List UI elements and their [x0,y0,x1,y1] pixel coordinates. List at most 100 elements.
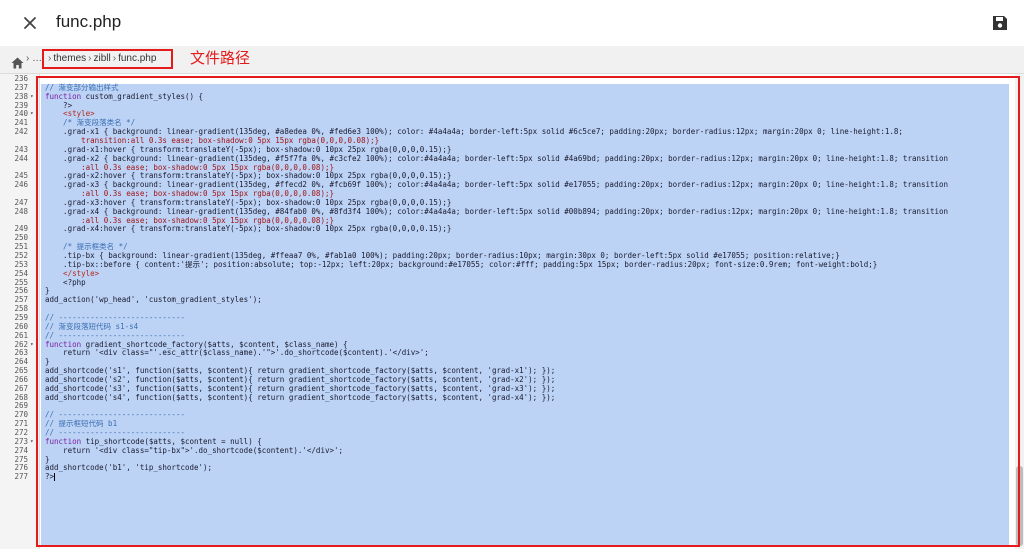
code-line[interactable]: add_action('wp_head', 'custom_gradient_s… [45,295,262,304]
code-editor[interactable]: 236 237 238 ▾ 239 240 ▾ 241 242 243 244 245 246 247 24… [0,74,1024,549]
line-number: 238 [14,91,28,101]
line-number: 263 [14,348,28,358]
code-area[interactable]: // 渐变部分输出样式 function custom_gradient_styl… [41,74,1024,549]
fold-toggle-icon[interactable]: ▾ [30,109,34,118]
code-line[interactable]: /* 渐变段落类名 */ [45,118,135,127]
code-line[interactable]: add_shortcode('s2', function($atts, $con… [45,375,555,384]
line-number: 246 [14,180,28,190]
breadcrumb-highlight-box [42,49,173,69]
line-number: 242 [14,127,28,137]
code-line[interactable]: <?php [45,278,86,287]
code-line[interactable]: /* 提示框类名 */ [45,242,128,251]
line-number: 237 [14,82,28,92]
line-number: 266 [14,374,28,384]
code-line[interactable]: .grad-x1 { background: linear-gradient(1… [45,127,903,136]
breadcrumb-lead[interactable]: › … [26,52,42,66]
line-number: 267 [14,383,28,393]
line-number: 247 [14,197,28,207]
scrollbar-thumb[interactable] [1016,466,1023,546]
line-number: 276 [14,463,28,473]
code-line[interactable]: // 渐变段落短代码 s1-s4 [45,322,138,331]
code-line[interactable]: return '<div class="tip-bx">'.do_shortco… [45,446,343,455]
line-number: 261 [14,330,28,340]
line-number: 258 [14,304,28,314]
code-line[interactable]: .grad-x4 { background: linear-gradient(1… [45,207,948,216]
code-line[interactable]: add_shortcode('b1', 'tip_shortcode'); [45,463,212,472]
code-line[interactable]: add_shortcode('s3', function($atts, $con… [45,384,555,393]
line-number: 255 [14,277,28,287]
code-line[interactable]: // ---------------------------- [45,331,185,340]
code-line[interactable]: function tip_shortcode($atts, $content =… [45,437,262,446]
line-number: 245 [14,171,28,181]
line-number: 257 [14,295,28,305]
code-line[interactable]: .grad-x3:hover { transform:translateY(-5… [45,198,451,207]
line-number: 252 [14,251,28,260]
vertical-scrollbar[interactable] [1015,74,1024,549]
code-line[interactable]: .grad-x2 { background: linear-gradient(1… [45,154,948,163]
line-number: 268 [14,392,28,402]
line-number: 274 [14,445,28,455]
code-line[interactable]: function custom_gradient_styles() { [45,92,203,101]
code-line[interactable]: function gradient_shortcode_factory($att… [45,340,348,349]
line-number: 241 [14,118,28,128]
file-path-annotation: 文件路径 [190,49,251,67]
code-line[interactable]: .grad-x2:hover { transform:translateY(-5… [45,171,451,180]
code-line[interactable]: </style> [45,269,99,278]
line-number: 275 [14,454,28,464]
code-line[interactable]: add_shortcode('s4', function($atts, $con… [45,393,555,402]
home-icon [11,57,24,69]
code-line[interactable]: .grad-x3 { background: linear-gradient(1… [45,180,948,189]
code-line[interactable]: transition:all 0.3s ease; box-shadow:0 5… [45,136,379,145]
line-number: 239 [14,100,28,110]
line-number: 264 [14,357,28,367]
breadcrumb: › … › themes › zibll › func.php 文件路径 [0,46,1024,74]
line-number: 272 [14,428,28,437]
code-line[interactable]: // 渐变部分输出样式 [45,83,119,92]
title-bar: func.php [0,0,1024,46]
code-line[interactable]: ?> [45,101,72,110]
line-number: 254 [14,268,28,278]
code-line[interactable]: :all 0.3s ease; box-shadow:0 5px 15px rg… [45,216,334,225]
line-number: 259 [14,312,28,322]
code-line[interactable]: .grad-x4:hover { transform:translateY(-5… [45,224,451,233]
code-line[interactable]: // 提示框短代码 b1 [45,419,117,428]
code-line[interactable]: add_shortcode('s1', function($atts, $con… [45,366,555,375]
line-number: 249 [14,224,28,234]
home-button[interactable] [11,54,24,69]
code-line[interactable]: .grad-x1:hover { transform:translateY(-5… [45,145,451,154]
code-line[interactable]: .tip-bx::before { content:'提示'; position… [45,260,877,269]
line-number: 277 [14,472,28,482]
code-line[interactable]: :all 0.3s ease; box-shadow:0 5px 15px rg… [45,163,334,172]
line-number: 265 [14,366,28,376]
close-button[interactable] [20,13,40,33]
code-line[interactable]: // ---------------------------- [45,410,185,419]
line-number: 269 [14,401,28,411]
fold-toggle-icon[interactable]: ▾ [30,437,34,446]
line-number: 260 [14,321,28,331]
close-icon [24,17,36,29]
code-line[interactable]: } [45,286,50,295]
code-line[interactable]: .tip-bx { background: linear-gradient(13… [45,251,840,260]
text-cursor [54,473,56,482]
file-title: func.php [56,12,122,31]
line-number: 262 [14,339,28,349]
line-number: 244 [14,153,28,163]
code-line[interactable]: } [45,357,50,366]
line-number: 243 [14,144,28,154]
save-icon [993,16,1007,30]
line-number: 256 [14,286,28,296]
save-button[interactable] [990,13,1010,33]
code-line[interactable]: // ---------------------------- [45,428,185,437]
code-line[interactable]: :all 0.3s ease; box-shadow:0 5px 15px rg… [45,189,334,198]
code-line[interactable]: ?> [45,472,56,482]
fold-toggle-icon[interactable]: ▾ [30,340,34,349]
line-number: 270 [14,410,28,420]
code-line[interactable]: } [45,455,50,464]
line-number: 251 [14,242,28,252]
line-number: 236 [14,74,28,83]
code-line[interactable]: // ---------------------------- [45,313,185,322]
line-number: 273 [14,436,28,446]
code-line[interactable]: return '<div class="'.esc_attr($class_na… [45,348,429,357]
line-number-gutter: 236 237 238 ▾ 239 240 ▾ 241 242 243 244 245 246 247 24… [0,74,40,549]
fold-toggle-icon[interactable]: ▾ [30,92,34,101]
